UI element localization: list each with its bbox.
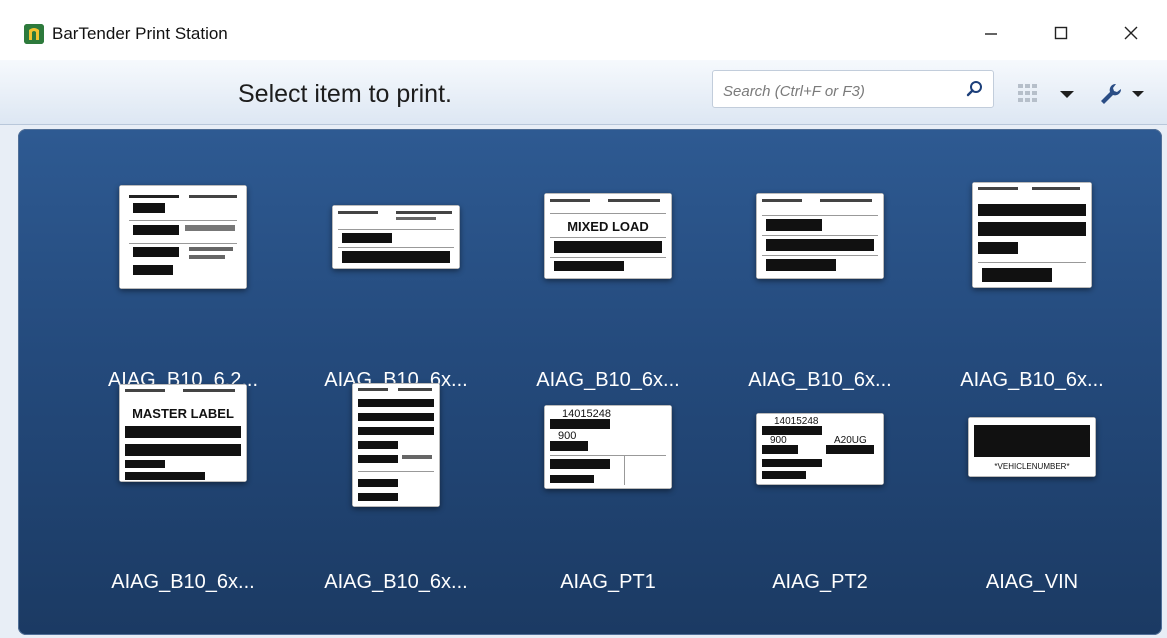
document-tile[interactable]: MIXED LOAD AIAG_B10_6x... [513, 177, 703, 391]
minimize-icon [985, 33, 997, 35]
print-station-window: BarTender Print Station Select item to p… [0, 0, 1167, 638]
window-title: BarTender Print Station [52, 24, 228, 43]
label-thumb-text: *VEHICLENUMBER* [994, 462, 1069, 471]
document-name: AIAG_B10_6x... [111, 571, 255, 593]
chevron-down-icon [1060, 91, 1074, 98]
label-thumbnail: *VEHICLENUMBER* [968, 417, 1096, 477]
label-thumb-text: 14015248 [774, 416, 819, 427]
document-tile[interactable]: 14015248 900 A20UG AIAG_PT2 [725, 379, 915, 593]
label-thumbnail: MIXED LOAD [544, 193, 672, 279]
label-thumbnail: MASTER LABEL [119, 384, 247, 482]
tools-menu-button[interactable] [1098, 80, 1150, 108]
title-bar: BarTender Print Station [0, 0, 1167, 60]
label-thumbnail: 14015248 900 A20UG [756, 413, 884, 485]
label-thumb-text: 14015248 [562, 408, 611, 420]
close-icon [1124, 26, 1138, 40]
maximize-button[interactable] [1038, 18, 1084, 48]
maximize-icon [1054, 26, 1068, 40]
label-thumbnail [972, 182, 1092, 288]
label-thumbnail [352, 383, 440, 507]
wrench-icon [1101, 83, 1122, 104]
document-name: AIAG_PT2 [772, 571, 868, 593]
label-thumb-text-3: A20UG [834, 435, 867, 446]
minimize-button[interactable] [968, 18, 1014, 48]
label-thumb-text-2: 900 [770, 435, 787, 446]
search-icon[interactable] [965, 79, 985, 99]
document-tile[interactable]: AIAG_B10_6x... [725, 177, 915, 391]
document-tile[interactable]: AIAG_B10_6x... [937, 177, 1127, 391]
bartender-app-icon [24, 24, 44, 44]
document-name: AIAG_VIN [985, 571, 1079, 593]
close-button[interactable] [1108, 18, 1154, 48]
document-name: AIAG_PT1 [560, 571, 656, 593]
document-tile[interactable]: AIAG_B10_6x... [301, 379, 491, 593]
document-tile[interactable]: *VEHICLENUMBER* AIAG_VIN [937, 379, 1127, 593]
document-tile[interactable]: MASTER LABEL AIAG_B10_6x... [88, 379, 278, 593]
document-tile[interactable]: 14015248 900 AIAG_PT1 [513, 379, 703, 593]
search-box[interactable] [712, 70, 994, 108]
document-tile[interactable]: AIAG_B10_6x... [301, 177, 491, 391]
page-title: Select item to print. [238, 80, 452, 108]
label-thumb-text: MIXED LOAD [567, 219, 649, 234]
view-mode-button[interactable] [1016, 80, 1078, 108]
document-gallery: AIAG_B10_6.2... AIAG_B10_6x... MIXED LOA… [18, 129, 1162, 635]
grid-view-icon [1018, 84, 1037, 102]
search-input[interactable] [721, 78, 953, 104]
document-name: AIAG_B10_6x... [324, 571, 468, 593]
chevron-down-icon [1132, 91, 1144, 97]
label-thumb-text-2: 900 [558, 430, 576, 442]
label-thumbnail [332, 205, 460, 269]
document-tile[interactable]: AIAG_B10_6.2... [88, 177, 278, 391]
label-thumbnail [119, 185, 247, 289]
label-thumbnail [756, 193, 884, 279]
label-thumb-text: MASTER LABEL [132, 406, 234, 421]
label-thumbnail: 14015248 900 [544, 405, 672, 489]
